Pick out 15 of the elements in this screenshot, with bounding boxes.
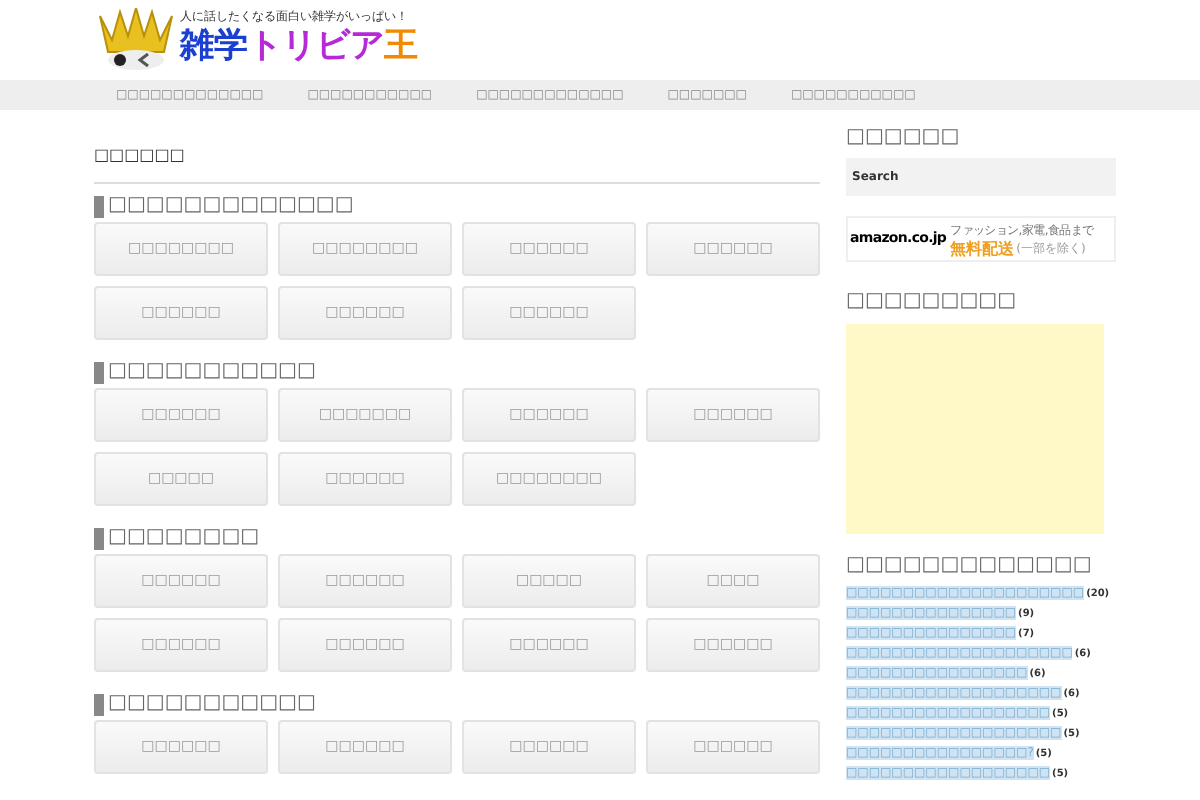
heading-marker: [94, 693, 104, 715]
sidebar-heading: □□□□□□□□□□□□□: [846, 554, 1094, 578]
sidebar-heading: □□□□□□: [846, 126, 962, 150]
heading-marker: [94, 195, 104, 217]
section-heading: □□□□□□□□□□□: [108, 360, 316, 384]
free-shipping-text: 無料配送: [950, 239, 1015, 257]
heading-marker: [94, 361, 104, 383]
sidebar-heading: □□□□□□□□□: [846, 290, 1019, 314]
section-heading: □□□□□□□□□□□□□: [108, 194, 354, 218]
section-heading: □□□□□□□□: [108, 526, 260, 550]
crown-logo-icon: [96, 8, 176, 72]
heading-marker: [94, 527, 104, 549]
section-heading: □□□□□□□□□□□: [108, 692, 316, 716]
site-logo[interactable]: 雑学 トリビア王: [180, 26, 418, 66]
page-title: □□□□□□: [94, 146, 185, 164]
